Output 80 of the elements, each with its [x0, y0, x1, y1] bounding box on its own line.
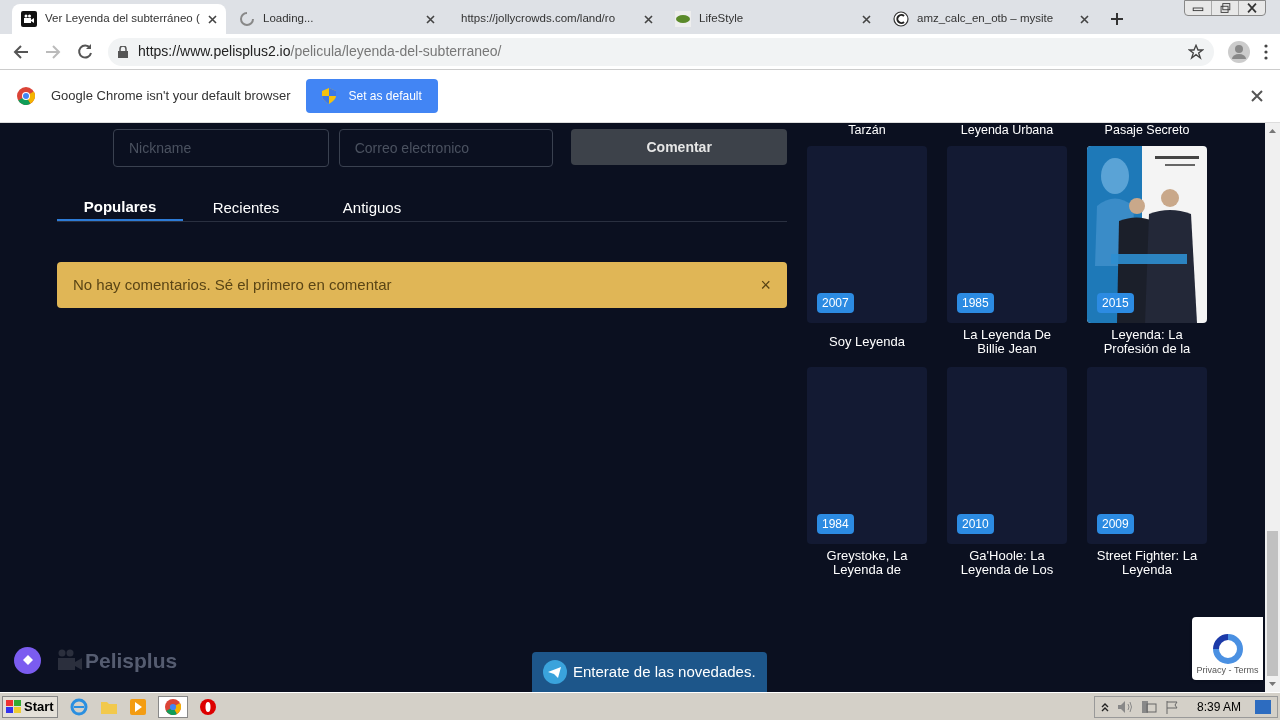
browser-tab[interactable]: Ver Leyenda del subterráneo (	[12, 4, 226, 34]
recaptcha-icon	[1210, 633, 1245, 664]
movie-poster[interactable]: 2007	[807, 146, 927, 323]
movie-title[interactable]: Leyenda: La Profesión de la	[1087, 328, 1207, 356]
year-badge: 2007	[817, 293, 854, 313]
show-desktop-icon[interactable]	[1255, 699, 1271, 714]
chrome-logo-icon	[17, 87, 35, 105]
close-icon[interactable]	[208, 14, 217, 24]
clock: 8:39 AM	[1196, 698, 1241, 716]
close-icon[interactable]	[644, 14, 653, 24]
close-icon[interactable]: ×	[760, 276, 771, 294]
browser-tab[interactable]: amz_calc_en_otb – mysite	[884, 4, 1098, 34]
chrome-logo-icon	[164, 698, 181, 715]
sort-tab[interactable]: Recientes	[183, 195, 309, 221]
tab-title: Ver Leyenda del subterráneo (	[45, 11, 200, 27]
lock-icon	[118, 45, 128, 58]
film-icon	[21, 11, 37, 27]
sort-tab[interactable]: Populares	[57, 195, 183, 221]
browser-tab[interactable]: Loading...	[230, 4, 444, 34]
star-icon[interactable]	[1188, 43, 1204, 60]
movie-title[interactable]: Soy Leyenda	[807, 335, 927, 349]
movie-poster[interactable]: 2015	[1087, 146, 1207, 323]
loading-icon	[239, 11, 255, 27]
movie-poster[interactable]: 1985	[947, 146, 1067, 323]
email-field[interactable]: Correo electronico	[338, 129, 554, 167]
movie-title[interactable]: Ga'Hoole: La Leyenda de Los	[947, 549, 1067, 577]
movie-title[interactable]: Leyenda Urbana	[947, 123, 1067, 137]
telegram-icon	[543, 660, 567, 684]
telegram-button[interactable]: Enterate de las novedades.	[532, 652, 767, 692]
back-icon[interactable]	[12, 42, 30, 61]
network-icon[interactable]	[1140, 699, 1157, 714]
url-text: https://www.pelisplus2.io/pelicula/leyenda-del-subterraneo/	[138, 42, 503, 61]
close-icon[interactable]	[862, 14, 871, 24]
close-icon[interactable]	[1080, 14, 1089, 24]
movie-poster[interactable]: 2009	[1087, 367, 1207, 544]
close-icon[interactable]	[426, 14, 435, 24]
comment-button[interactable]: Comentar	[571, 129, 787, 165]
profile-icon[interactable]	[1228, 40, 1250, 63]
movie-title[interactable]: Pasaje Secreto	[1087, 123, 1207, 137]
chevron-up-icon[interactable]	[1100, 701, 1109, 712]
tab-title: amz_calc_en_otb – mysite	[917, 11, 1055, 27]
close-icon[interactable]	[1251, 90, 1263, 102]
menu-icon[interactable]	[1264, 43, 1268, 60]
set-default-button[interactable]: Set as default	[306, 79, 438, 113]
movie-poster[interactable]: 2010	[947, 367, 1067, 544]
sort-tab[interactable]: Antiguos	[309, 195, 435, 221]
diamond-icon	[22, 655, 33, 666]
reload-icon[interactable]	[76, 42, 94, 61]
letter-c-icon	[893, 11, 909, 27]
movie-title[interactable]: Greystoke, La Leyenda de	[807, 549, 927, 577]
movie-poster[interactable]: 1984	[807, 367, 927, 544]
movie-title[interactable]: Street Fighter: La Leyenda	[1087, 549, 1207, 577]
movie-title[interactable]: La Leyenda De Billie Jean	[947, 328, 1067, 356]
nickname-field[interactable]: Nickname	[113, 129, 329, 167]
new-tab-icon[interactable]	[1110, 12, 1124, 26]
shield-icon	[322, 88, 337, 104]
camera-icon	[57, 649, 83, 672]
address-field[interactable]: https://www.pelisplus2.io/pelicula/leyenda-del-subterraneo/	[108, 37, 1214, 66]
year-badge: 1985	[957, 293, 994, 313]
opera-icon[interactable]	[199, 698, 216, 715]
browser-tab[interactable]: https://jollycrowds.com/land/ro	[448, 4, 662, 34]
recaptcha-links[interactable]: Privacy - Terms	[1196, 663, 1259, 677]
movie-title[interactable]: Tarzán	[807, 123, 927, 137]
tab-title: LifeStyle	[699, 11, 745, 27]
year-badge: 1984	[817, 514, 854, 534]
start-button[interactable]: Start	[2, 695, 58, 718]
floating-action-button[interactable]	[14, 646, 41, 674]
year-badge: 2009	[1097, 514, 1134, 534]
tab-title: https://jollycrowds.com/land/ro	[460, 11, 617, 27]
recaptcha-badge[interactable]: Privacy - Terms	[1192, 617, 1263, 680]
flag-icon[interactable]	[1164, 699, 1179, 714]
alert-message: No hay comentarios. Sé el primero en comentar	[73, 274, 393, 295]
windows-logo-icon	[6, 699, 22, 714]
year-badge: 2010	[957, 514, 994, 534]
infobar-message: Google Chrome isn't your default browser	[51, 87, 291, 106]
leaf-icon	[675, 11, 691, 27]
browser-tab[interactable]: LifeStyle	[666, 4, 880, 34]
chrome-taskbar-button[interactable]	[157, 695, 188, 718]
year-badge: 2015	[1097, 293, 1134, 313]
tab-title: Loading...	[263, 11, 315, 27]
